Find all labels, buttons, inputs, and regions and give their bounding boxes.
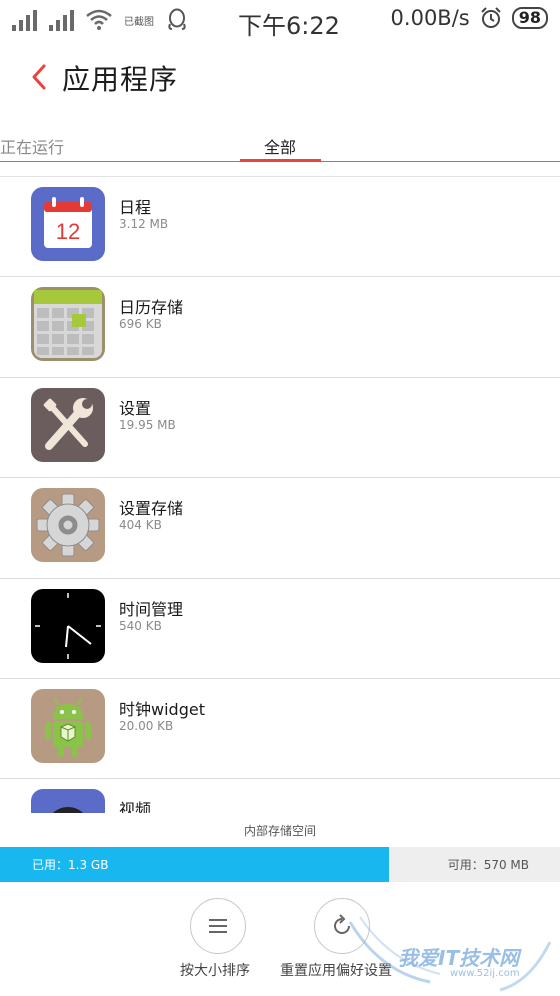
app-size: 696 KB <box>119 317 162 332</box>
app-size: 404 KB <box>119 518 162 533</box>
app-size: 540 KB <box>119 618 162 633</box>
app-list[interactable]: 12 日程 3.12 MB 日历存储 696 KB 设置 19.95 MB 设置… <box>0 177 560 813</box>
tab-all[interactable]: 全部 <box>264 134 296 158</box>
calendar-icon-date: 12 <box>56 219 80 244</box>
storage-free-text: 可用：570 MB <box>447 858 529 872</box>
calendar-storage-icon <box>31 287 105 362</box>
status-bar: 已截图 下午6:22 0.00B/s 98 <box>0 0 560 40</box>
app-size: 19.95 MB <box>119 417 176 432</box>
app-name: 视频 <box>119 800 152 813</box>
settings-tools-icon <box>31 387 105 462</box>
tab-active-indicator <box>240 159 321 162</box>
app-name: 时钟widget <box>119 699 205 719</box>
app-name: 时间管理 <box>119 599 184 619</box>
sort-icon <box>209 919 227 933</box>
video-icon <box>31 789 105 813</box>
app-size: 20.00 KB <box>119 718 174 733</box>
list-item[interactable]: 视频 <box>0 779 560 813</box>
list-item[interactable]: 设置 19.95 MB <box>0 378 560 479</box>
signal-2-icon <box>49 9 74 31</box>
alarm-icon <box>481 7 501 28</box>
watermark-text: 我爱IT技术网 <box>398 946 520 970</box>
app-name: 设置 <box>119 398 152 418</box>
list-item[interactable]: 12 日程 3.12 MB <box>0 177 560 278</box>
page-title: 应用程序 <box>62 63 179 96</box>
android-icon <box>31 688 105 763</box>
network-speed: 0.00B/s <box>390 6 470 30</box>
list-item[interactable]: 日历存储 696 KB <box>0 277 560 378</box>
gear-storage-icon <box>31 488 105 563</box>
app-size: 3.12 MB <box>119 217 169 231</box>
watermark-url: www.52ij.com <box>450 968 520 979</box>
app-name: 日程 <box>119 198 152 217</box>
list-item[interactable]: 时钟widget 20.00 KB <box>0 679 560 780</box>
watermark: 我爱IT技术网 www.52ij.com <box>340 912 560 992</box>
app-name: 日历存储 <box>119 298 184 318</box>
calendar-icon: 12 <box>31 187 105 261</box>
battery-indicator: 98 <box>511 7 548 29</box>
wifi-icon <box>86 9 112 30</box>
qq-icon <box>168 8 186 30</box>
storage-label: 内部存储空间 <box>243 824 316 838</box>
clock-icon <box>31 588 105 663</box>
signal-1-icon <box>12 9 37 31</box>
tab-bar: 正在运行 全部 <box>0 128 560 164</box>
list-item[interactable]: 时间管理 540 KB <box>0 579 560 679</box>
storage-bar: 已用：1.3 GB 可用：570 MB <box>0 847 560 882</box>
app-name: 设置存储 <box>119 499 184 519</box>
sort-by-size-label[interactable]: 按大小排序 <box>180 960 250 980</box>
sort-by-size-button[interactable] <box>190 898 246 954</box>
status-time: 下午6:22 <box>238 12 340 40</box>
back-arrow-icon[interactable] <box>30 63 48 91</box>
storage-used-text: 已用：1.3 GB <box>32 858 109 872</box>
list-item[interactable]: 设置存储 404 KB <box>0 478 560 579</box>
tab-running[interactable]: 正在运行 <box>0 134 64 158</box>
screenshot-note: 已截图 <box>124 16 154 28</box>
